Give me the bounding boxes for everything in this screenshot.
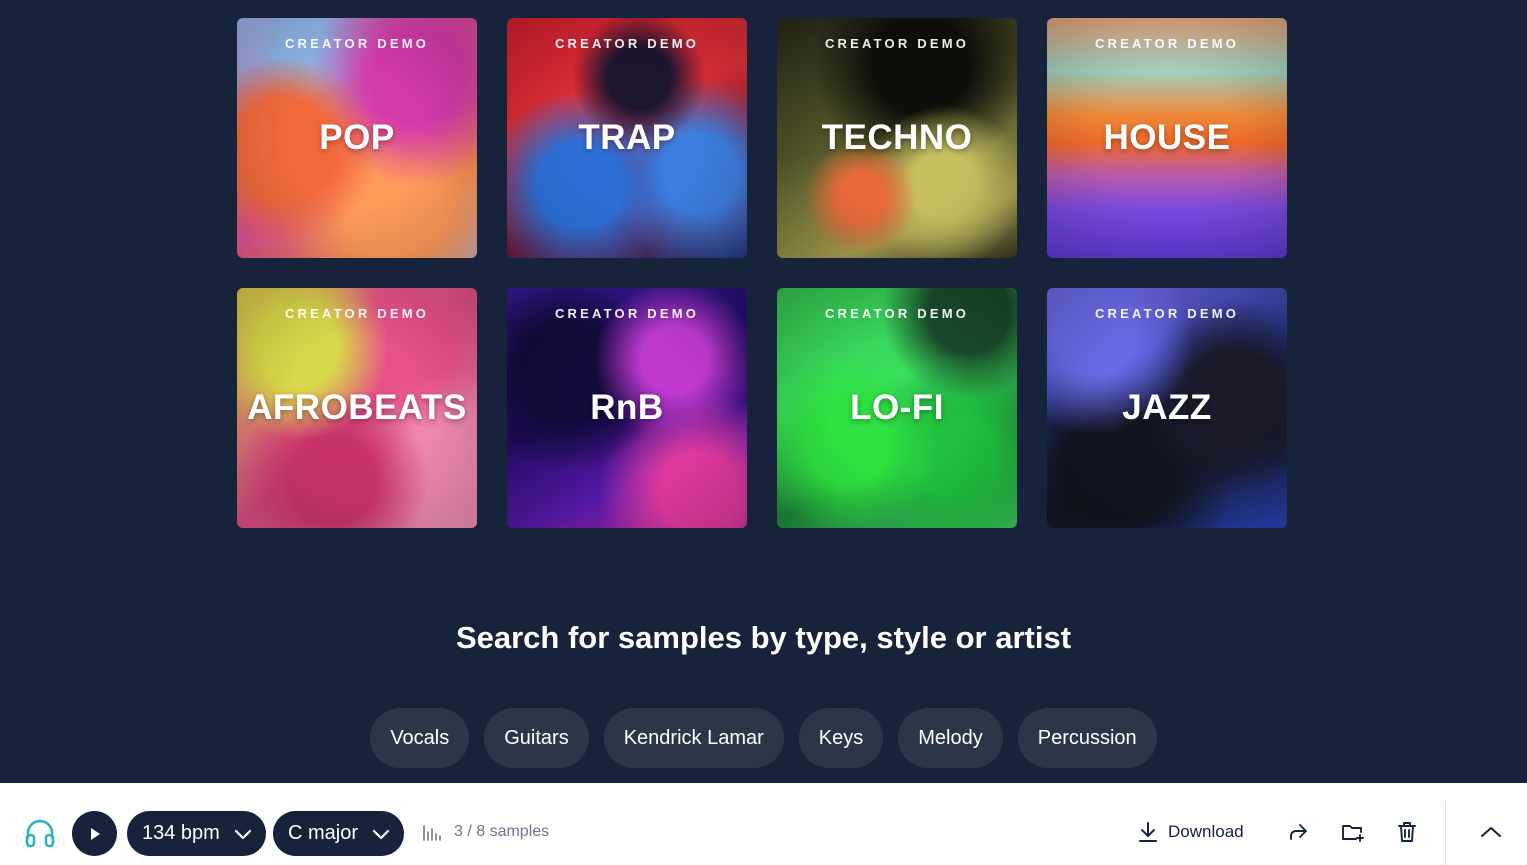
headphones-icon xyxy=(25,819,55,848)
card-techno[interactable]: CREATOR DEMO TECHNO xyxy=(777,18,1017,258)
card-genre-title: RnB xyxy=(590,388,664,427)
card-genre-title: POP xyxy=(319,118,395,157)
chevron-down-icon xyxy=(372,829,390,839)
bpm-dropdown[interactable]: 134 bpm xyxy=(127,811,266,856)
player-divider xyxy=(1445,801,1446,865)
card-genre-title: LO-FI xyxy=(850,388,944,427)
card-kicker: CREATOR DEMO xyxy=(824,306,970,321)
card-kicker: CREATOR DEMO xyxy=(284,36,430,51)
creator-demo-grid: CREATOR DEMO POP CREATOR DEMO TRAP CREAT… xyxy=(237,18,1287,528)
card-lofi[interactable]: CREATOR DEMO LO-FI xyxy=(777,288,1017,528)
download-button[interactable]: Download xyxy=(1138,821,1244,843)
chip-guitars[interactable]: Guitars xyxy=(484,708,589,768)
card-kicker: CREATOR DEMO xyxy=(554,36,700,51)
bpm-value: 134 bpm xyxy=(142,822,220,844)
samples-count: 3 / 8 samples xyxy=(422,823,549,841)
card-genre-title: TECHNO xyxy=(821,118,973,157)
add-to-folder-icon[interactable] xyxy=(1341,821,1365,843)
trash-icon[interactable] xyxy=(1397,821,1417,843)
search-heading: Search for samples by type, style or art… xyxy=(455,620,1072,655)
chevron-down-icon xyxy=(234,829,251,839)
card-kicker: CREATOR DEMO xyxy=(284,306,430,321)
card-genre-title: JAZZ xyxy=(1122,388,1212,427)
card-jazz[interactable]: CREATOR DEMO JAZZ xyxy=(1047,288,1287,528)
card-kicker: CREATOR DEMO xyxy=(1094,36,1240,51)
suggestion-chips: Vocals Guitars Kendrick Lamar Keys Melod… xyxy=(0,708,1527,768)
chip-kendrick-lamar[interactable]: Kendrick Lamar xyxy=(603,708,784,768)
download-icon xyxy=(1139,822,1157,842)
key-dropdown[interactable]: C major xyxy=(273,811,405,856)
card-kicker: CREATOR DEMO xyxy=(1094,306,1240,321)
card-genre-title: HOUSE xyxy=(1103,118,1231,157)
key-value: C major xyxy=(288,822,359,844)
samples-label: 3 / 8 samples xyxy=(454,823,550,840)
play-button[interactable] xyxy=(72,811,117,856)
card-genre-title: TRAP xyxy=(578,118,676,157)
card-trap[interactable]: CREATOR DEMO TRAP xyxy=(507,18,747,258)
waveform-icon xyxy=(423,825,441,841)
card-rnb[interactable]: CREATOR DEMO RnB xyxy=(507,288,747,528)
card-afrobeats[interactable]: CREATOR DEMO AFROBEATS xyxy=(237,288,477,528)
chip-percussion[interactable]: Percussion xyxy=(1017,708,1157,768)
card-genre-title: AFROBEATS xyxy=(247,388,467,427)
player-bar: 134 bpm C major 3 / 8 samples Download xyxy=(0,783,1527,865)
chevron-up-icon[interactable] xyxy=(1480,825,1502,839)
card-kicker: CREATOR DEMO xyxy=(554,306,700,321)
card-kicker: CREATOR DEMO xyxy=(824,36,970,51)
download-label: Download xyxy=(1168,822,1244,841)
card-pop[interactable]: CREATOR DEMO POP xyxy=(237,18,477,258)
chip-vocals[interactable]: Vocals xyxy=(370,708,470,768)
chip-melody[interactable]: Melody xyxy=(898,708,1003,768)
chip-keys[interactable]: Keys xyxy=(798,708,884,768)
card-house[interactable]: CREATOR DEMO HOUSE xyxy=(1047,18,1287,258)
play-icon xyxy=(90,827,100,840)
share-icon[interactable] xyxy=(1287,821,1309,843)
